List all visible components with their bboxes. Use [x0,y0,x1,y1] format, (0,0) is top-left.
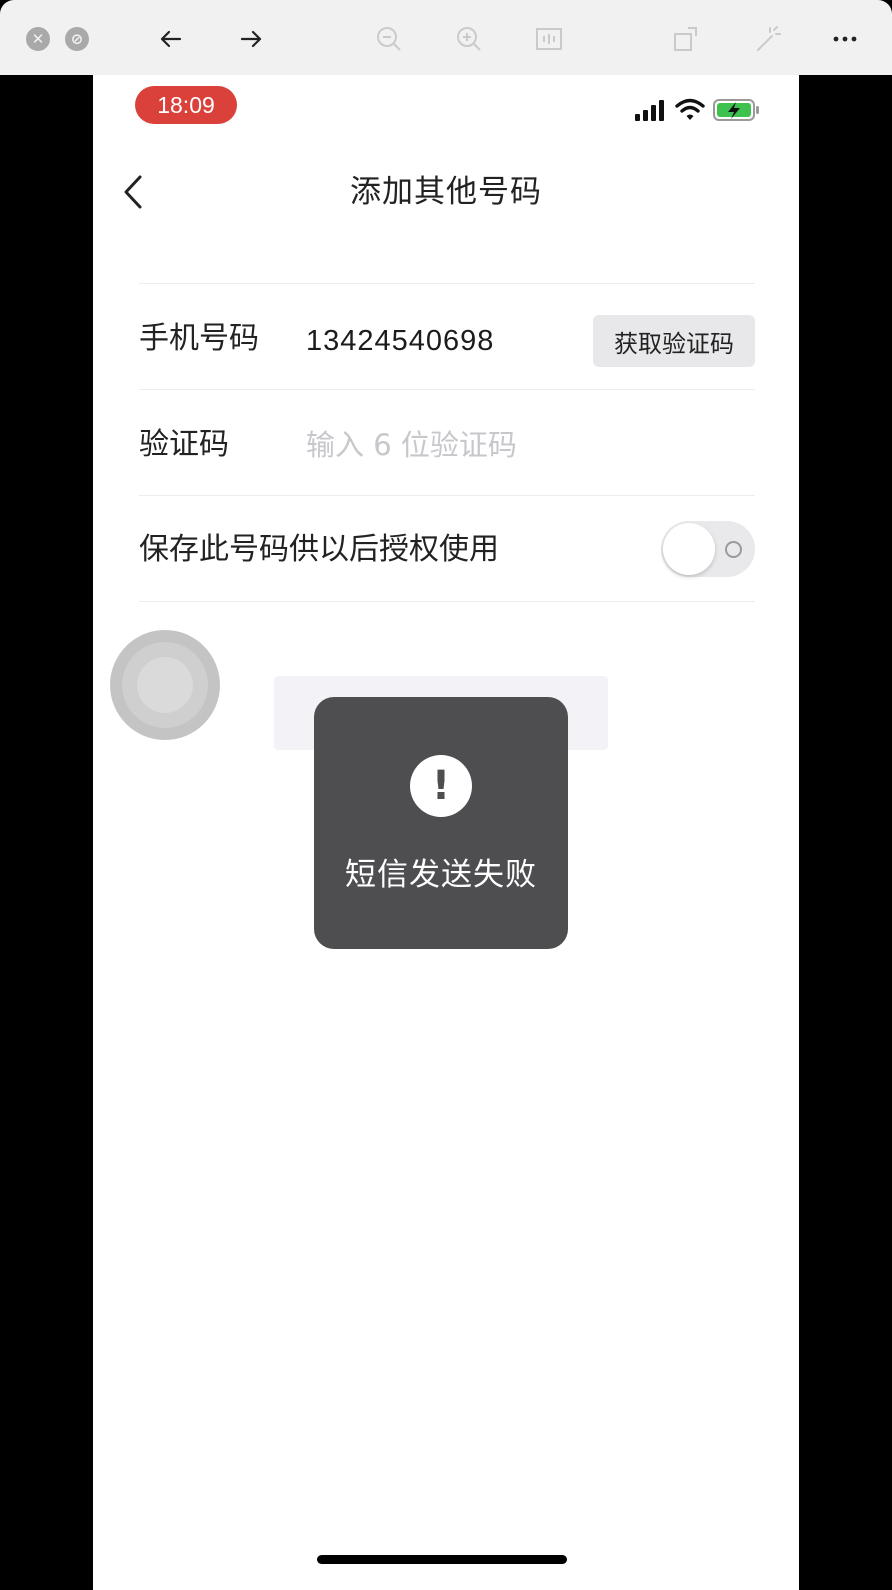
status-icons [634,95,774,125]
minimize-window-icon[interactable]: ⊘ [65,27,89,51]
cellular-signal-icon [635,100,664,121]
zoom-out-icon [372,22,406,56]
floating-assistive-button[interactable] [110,630,220,740]
forward-arrow-icon[interactable] [234,22,268,56]
window-toolbar: ✕ ⊘ [0,0,892,75]
phone-number-value[interactable]: 13424540698 [306,321,494,361]
more-options-icon[interactable] [828,22,862,56]
divider [139,601,755,602]
save-number-label: 保存此号码供以后授权使用 [139,532,499,567]
get-code-button[interactable]: 获取验证码 [593,315,755,367]
page-title: 添加其他号码 [350,174,542,210]
divider [139,389,755,390]
fit-screen-icon [532,22,566,56]
zoom-in-icon [452,22,486,56]
divider [139,495,755,496]
toast-message: 短信发送失败 [345,857,537,893]
toggle-knob [663,523,715,575]
error-toast: ! 短信发送失败 [314,697,568,949]
close-window-icon[interactable]: ✕ [26,27,50,51]
battery-charging-icon [713,99,759,121]
phone-screen: 18:09 添加其他号码 手机号码 13424540698 获取验证码 验证码 [93,75,799,1590]
toggle-off-indicator-icon [725,541,742,558]
exclamation-icon: ! [410,755,472,817]
home-indicator[interactable] [317,1555,567,1564]
wifi-icon [675,98,705,120]
back-arrow-icon[interactable] [154,22,188,56]
rotate-icon [670,22,704,56]
verification-code-input[interactable] [306,423,726,467]
save-number-toggle[interactable] [661,521,755,577]
status-time: 18:09 [135,86,237,124]
code-label: 验证码 [139,427,229,462]
magic-wand-icon [750,22,784,56]
divider [139,283,755,284]
phone-label: 手机号码 [139,321,259,356]
